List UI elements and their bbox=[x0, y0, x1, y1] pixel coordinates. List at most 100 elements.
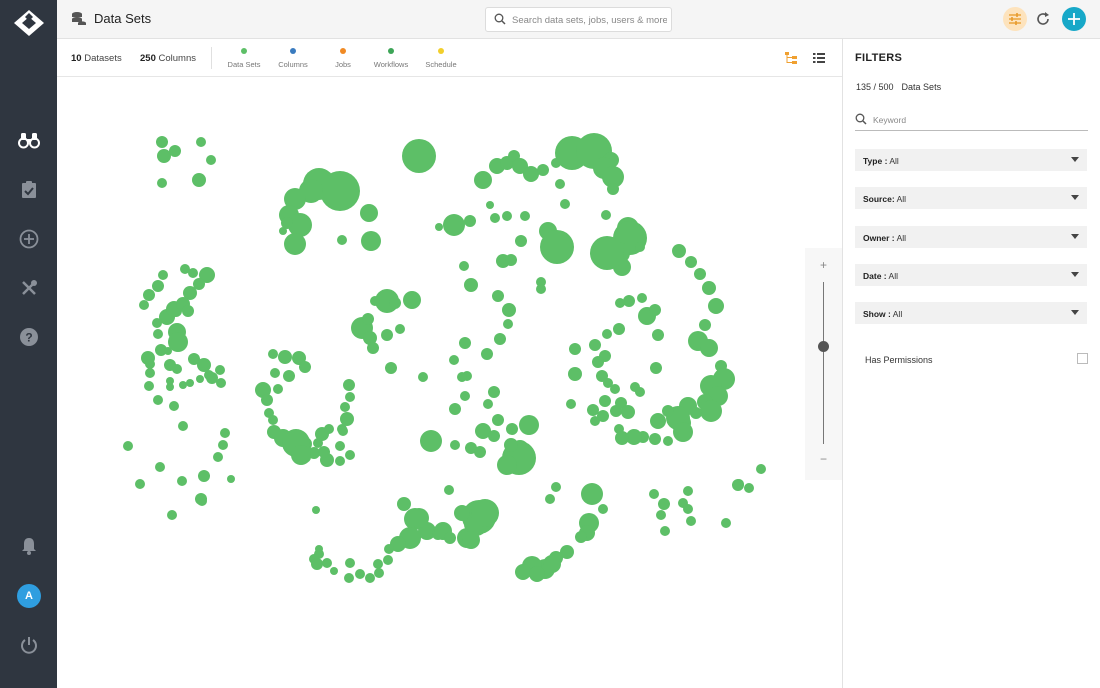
data-set-bubble[interactable] bbox=[551, 482, 561, 492]
legend-item-jobs[interactable]: Jobs bbox=[318, 48, 368, 69]
data-set-bubble[interactable] bbox=[581, 483, 603, 505]
data-set-bubble[interactable] bbox=[268, 349, 278, 359]
data-set-bubble[interactable] bbox=[615, 431, 629, 445]
has-permissions-checkbox[interactable] bbox=[1077, 353, 1088, 364]
data-set-bubble[interactable] bbox=[474, 446, 486, 458]
type-select[interactable]: Type : All bbox=[855, 149, 1087, 171]
data-set-bubble[interactable] bbox=[345, 558, 355, 568]
data-set-bubble[interactable] bbox=[367, 342, 379, 354]
data-set-bubble[interactable] bbox=[186, 379, 194, 387]
keyword-input[interactable] bbox=[873, 113, 1083, 127]
data-set-bubble[interactable] bbox=[402, 139, 436, 173]
data-set-bubble[interactable] bbox=[700, 339, 718, 357]
data-set-bubble[interactable] bbox=[188, 268, 198, 278]
data-set-bubble[interactable] bbox=[178, 421, 188, 431]
data-set-bubble[interactable] bbox=[523, 166, 539, 182]
data-set-bubble[interactable] bbox=[650, 413, 666, 429]
data-set-bubble[interactable] bbox=[340, 412, 354, 426]
tree-view-icon[interactable] bbox=[784, 51, 798, 65]
list-view-icon[interactable] bbox=[812, 51, 826, 65]
search-input[interactable] bbox=[512, 11, 667, 29]
bubble-graph-canvas[interactable] bbox=[57, 77, 842, 688]
zoom-out-button[interactable]: − bbox=[805, 452, 842, 466]
data-set-bubble[interactable] bbox=[756, 464, 766, 474]
date-select[interactable]: Date : All bbox=[855, 264, 1087, 286]
data-set-bubble[interactable] bbox=[156, 136, 168, 148]
power-icon[interactable] bbox=[17, 633, 41, 657]
data-set-bubble[interactable] bbox=[216, 378, 226, 388]
data-set-bubble[interactable] bbox=[602, 329, 612, 339]
filter-toggle-button[interactable] bbox=[1003, 7, 1027, 31]
data-set-bubble[interactable] bbox=[649, 433, 661, 445]
data-set-bubble[interactable] bbox=[449, 403, 461, 415]
data-set-bubble[interactable] bbox=[694, 268, 706, 280]
data-set-bubble[interactable] bbox=[227, 475, 235, 483]
data-set-bubble[interactable] bbox=[320, 171, 360, 211]
data-set-bubble[interactable] bbox=[462, 531, 480, 549]
data-set-bubble[interactable] bbox=[215, 365, 225, 375]
data-set-bubble[interactable] bbox=[597, 410, 609, 422]
data-set-bubble[interactable] bbox=[672, 244, 686, 258]
data-set-bubble[interactable] bbox=[683, 486, 693, 496]
clipboard-check-icon[interactable] bbox=[17, 178, 41, 202]
data-set-bubble[interactable] bbox=[169, 145, 181, 157]
bubble-graph[interactable] bbox=[57, 77, 842, 688]
legend-item-columns[interactable]: Columns bbox=[268, 48, 318, 69]
data-set-bubble[interactable] bbox=[345, 392, 355, 402]
data-set-bubble[interactable] bbox=[492, 414, 504, 426]
data-set-bubble[interactable] bbox=[460, 391, 470, 401]
data-set-bubble[interactable] bbox=[338, 426, 348, 436]
data-set-bubble[interactable] bbox=[494, 333, 506, 345]
data-set-bubble[interactable] bbox=[383, 555, 393, 565]
data-set-bubble[interactable] bbox=[598, 504, 608, 514]
data-set-bubble[interactable] bbox=[291, 445, 311, 465]
data-set-bubble[interactable] bbox=[613, 323, 625, 335]
data-set-bubble[interactable] bbox=[158, 270, 168, 280]
data-set-bubble[interactable] bbox=[504, 438, 518, 452]
data-set-bubble[interactable] bbox=[610, 384, 620, 394]
data-set-bubble[interactable] bbox=[658, 498, 670, 510]
data-set-bubble[interactable] bbox=[166, 377, 174, 385]
data-set-bubble[interactable] bbox=[197, 358, 211, 372]
data-set-bubble[interactable] bbox=[520, 211, 530, 221]
data-set-bubble[interactable] bbox=[702, 281, 716, 295]
data-set-bubble[interactable] bbox=[144, 381, 154, 391]
data-set-bubble[interactable] bbox=[335, 441, 345, 451]
data-set-bubble[interactable] bbox=[464, 215, 476, 227]
data-set-bubble[interactable] bbox=[196, 375, 204, 383]
data-set-bubble[interactable] bbox=[652, 329, 664, 341]
data-set-bubble[interactable] bbox=[615, 298, 625, 308]
data-set-bubble[interactable] bbox=[155, 462, 165, 472]
data-set-bubble[interactable] bbox=[168, 332, 188, 352]
data-set-bubble[interactable] bbox=[179, 381, 187, 389]
avatar[interactable]: A bbox=[17, 584, 41, 608]
data-set-bubble[interactable] bbox=[337, 235, 347, 245]
data-set-bubble[interactable] bbox=[312, 506, 320, 514]
data-set-bubble[interactable] bbox=[283, 370, 295, 382]
data-set-bubble[interactable] bbox=[220, 428, 230, 438]
binoculars-icon[interactable] bbox=[17, 128, 41, 152]
data-set-bubble[interactable] bbox=[545, 494, 555, 504]
zoom-slider-handle[interactable] bbox=[818, 341, 829, 352]
data-set-bubble[interactable] bbox=[284, 233, 306, 255]
data-set-bubble[interactable] bbox=[345, 450, 355, 460]
plus-circle-icon[interactable] bbox=[17, 227, 41, 251]
data-set-bubble[interactable] bbox=[589, 339, 601, 351]
data-set-bubble[interactable] bbox=[123, 441, 133, 451]
data-set-bubble[interactable] bbox=[497, 455, 517, 475]
legend-item-schedule[interactable]: Schedule bbox=[416, 48, 466, 69]
data-set-bubble[interactable] bbox=[418, 372, 428, 382]
tools-icon[interactable] bbox=[17, 276, 41, 300]
data-set-bubble[interactable] bbox=[505, 254, 517, 266]
data-set-bubble[interactable] bbox=[384, 544, 394, 554]
data-set-bubble[interactable] bbox=[537, 164, 549, 176]
data-set-bubble[interactable] bbox=[637, 293, 647, 303]
data-set-bubble[interactable] bbox=[540, 230, 574, 264]
data-set-bubble[interactable] bbox=[708, 298, 724, 314]
data-set-bubble[interactable] bbox=[143, 289, 155, 301]
data-set-bubble[interactable] bbox=[198, 470, 210, 482]
data-set-bubble[interactable] bbox=[592, 356, 604, 368]
data-set-bubble[interactable] bbox=[590, 236, 624, 270]
data-set-bubble[interactable] bbox=[519, 415, 539, 435]
data-set-bubble[interactable] bbox=[454, 505, 470, 521]
